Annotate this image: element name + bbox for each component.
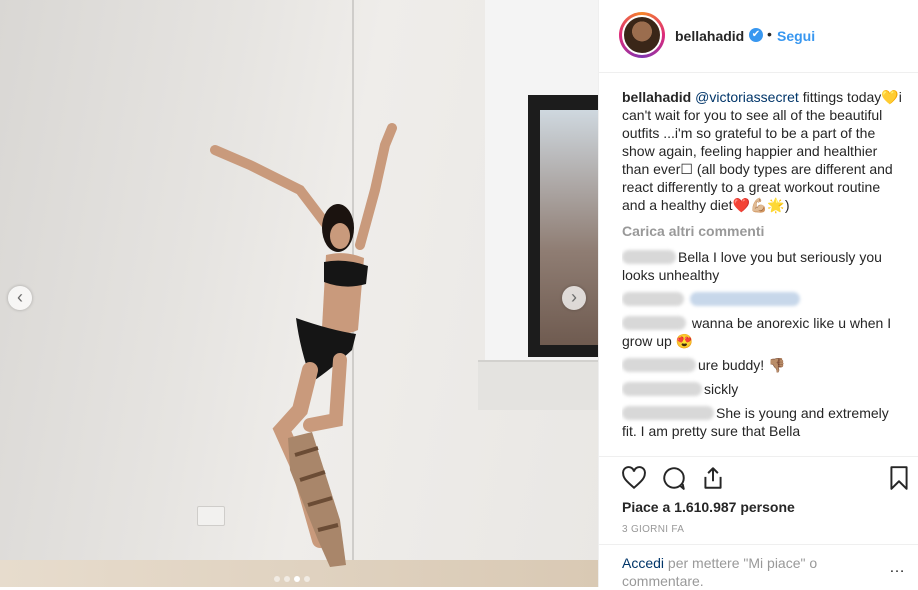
login-footer: Accedi per mettere "Mi piace" o commenta… xyxy=(599,544,918,590)
likes-count[interactable]: Piace a 1.610.987 persone xyxy=(622,499,795,515)
header-separator: • xyxy=(767,26,772,42)
comment-icon[interactable] xyxy=(661,465,687,491)
follow-button[interactable]: Segui xyxy=(777,28,815,44)
blurred-username xyxy=(622,250,676,264)
load-more-comments-button[interactable]: Carica altri commenti xyxy=(622,222,904,240)
comments-list[interactable]: bellahadid @victoriassecret fittings tod… xyxy=(622,88,904,454)
blurred-username xyxy=(622,406,714,420)
caption-text: fittings today💛i can't wait for you to s… xyxy=(622,89,902,213)
post-sidebar: bellahadid ✔ • Segui bellahadid @victori… xyxy=(598,0,918,590)
verified-badge-icon: ✔ xyxy=(749,28,763,42)
previous-photo-button[interactable]: ‹ xyxy=(8,286,32,310)
person-figure xyxy=(210,123,397,567)
carousel-indicator xyxy=(274,576,310,582)
blurred-username xyxy=(622,316,686,330)
caption-mention[interactable]: @victoriassecret xyxy=(695,89,799,105)
blurred-mention xyxy=(689,292,800,306)
login-link[interactable]: Accedi xyxy=(622,555,664,571)
carousel-dot-active xyxy=(294,576,300,582)
post-timestamp[interactable]: 3 GIORNI FA xyxy=(622,524,684,535)
comment-item: Bella I love you but seriously you looks… xyxy=(622,248,904,284)
post-caption: bellahadid @victoriassecret fittings tod… xyxy=(622,88,904,214)
comment-item xyxy=(622,290,904,308)
header-username[interactable]: bellahadid xyxy=(675,28,744,44)
more-options-icon[interactable]: … xyxy=(889,559,906,577)
avatar-story-ring[interactable] xyxy=(619,12,665,58)
next-photo-button[interactable]: › xyxy=(562,286,586,310)
blurred-username xyxy=(622,358,696,372)
share-icon[interactable] xyxy=(700,465,726,491)
caption-author[interactable]: bellahadid xyxy=(622,89,691,105)
carousel-dot xyxy=(274,576,280,582)
comment-item: wanna be anorexic like u when I grow up … xyxy=(622,314,904,350)
login-prompt: Accedi per mettere "Mi piace" o commenta… xyxy=(622,554,872,590)
comment-item: She is young and extremely fit. I am pre… xyxy=(622,404,904,440)
post-photo: ‹ › xyxy=(0,0,598,587)
blurred-username xyxy=(622,382,702,396)
comment-item: sickly xyxy=(622,380,904,398)
heart-icon[interactable] xyxy=(621,465,647,491)
carousel-dot xyxy=(284,576,290,582)
post-header: bellahadid ✔ • Segui xyxy=(599,0,918,73)
action-bar xyxy=(599,456,918,499)
comment-text: sickly xyxy=(704,381,739,397)
instagram-post: ‹ › bellahadid ✔ • Segui bellahadid @vic… xyxy=(0,0,918,590)
bookmark-icon[interactable] xyxy=(886,465,912,491)
blurred-username xyxy=(622,292,684,306)
avatar[interactable] xyxy=(622,15,662,55)
carousel-dot xyxy=(304,576,310,582)
comment-item: ure buddy! 👎🏽 xyxy=(622,356,904,374)
comment-text: ure buddy! 👎🏽 xyxy=(698,357,786,373)
